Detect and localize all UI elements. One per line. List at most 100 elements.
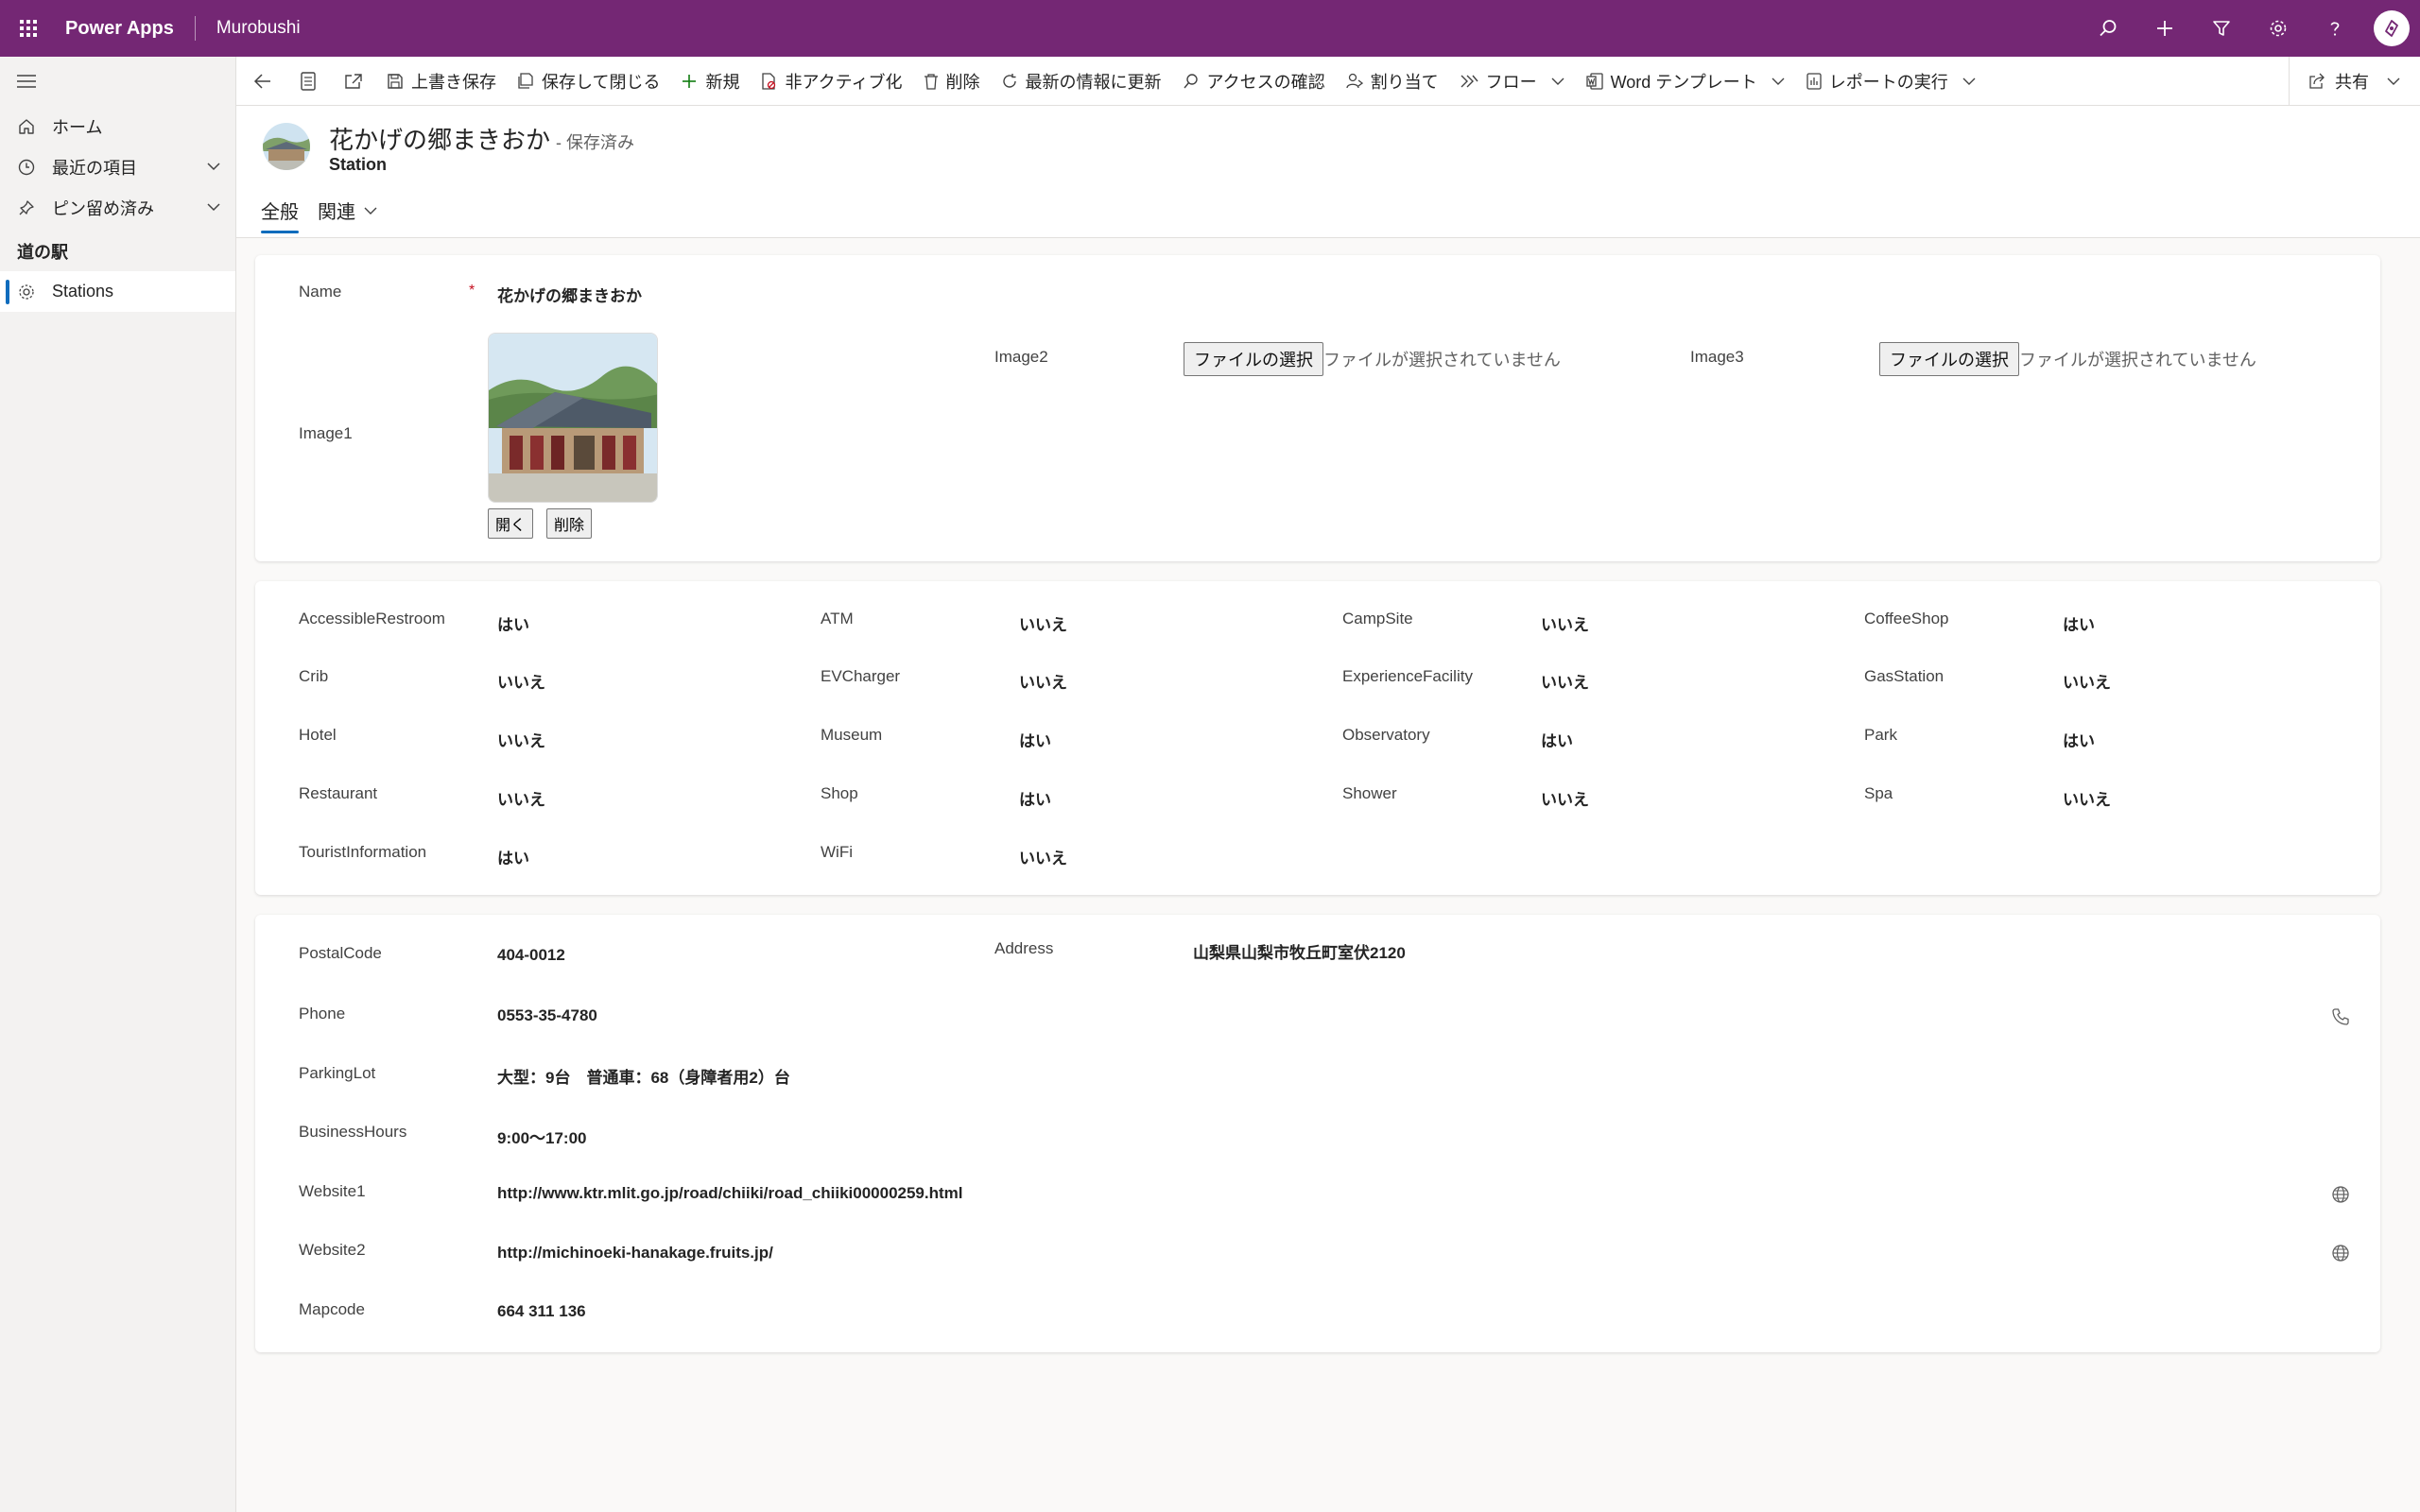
chevron-down-icon (2386, 74, 2401, 89)
mapcode-value[interactable]: 664 311 136 (497, 1302, 586, 1321)
word-template-button[interactable]: Word テンプレート (1576, 57, 1796, 106)
app-title[interactable]: Power Apps (65, 18, 174, 40)
top-bar: Power Apps Murobushi (0, 0, 2420, 57)
field-value[interactable]: いいえ (2063, 786, 2111, 810)
app-launcher-icon[interactable] (0, 0, 57, 57)
sidebar-item-stations[interactable]: Stations (0, 271, 235, 312)
image1-open-button[interactable]: 開く (488, 508, 534, 539)
refresh-button[interactable]: 最新の情報に更新 (991, 57, 1172, 106)
image3-no-file-text: ファイルが選択されていません (2019, 351, 2256, 369)
settings-icon[interactable] (2250, 0, 2307, 57)
open-new-window-icon[interactable] (331, 57, 376, 106)
record-title: 花かげの郷まきおか - 保存済み (329, 121, 634, 156)
mapcode-label: Mapcode (299, 1300, 365, 1318)
tab-general[interactable]: 全般 (261, 197, 299, 233)
field-value[interactable]: いいえ (1019, 845, 1067, 868)
deactivate-label: 非アクティブ化 (785, 72, 903, 92)
field-value[interactable]: いいえ (1019, 669, 1067, 693)
website2-value[interactable]: http://michinoeki-hanakage.fruits.jp/ (497, 1244, 773, 1263)
form-view-icon[interactable] (285, 57, 331, 106)
postal-code-label: PostalCode (299, 944, 382, 962)
field-value[interactable]: いいえ (497, 728, 545, 751)
save-and-close-button[interactable]: 保存して閉じる (507, 57, 670, 106)
image1-thumbnail[interactable] (488, 333, 658, 503)
field-value[interactable]: はい (2063, 611, 2095, 635)
field-value[interactable]: はい (1019, 728, 1051, 751)
back-arrow-icon[interactable] (240, 57, 285, 106)
delete-button[interactable]: 削除 (913, 57, 991, 106)
person-assign-icon (1345, 73, 1363, 90)
record-image-avatar[interactable] (263, 123, 310, 170)
help-icon[interactable] (2307, 0, 2363, 57)
phone-value[interactable]: 0553-35-4780 (497, 1006, 597, 1025)
new-button[interactable]: 新規 (670, 57, 750, 106)
field-value[interactable]: はい (1541, 728, 1573, 751)
address-value[interactable]: 山梨県山梨市牧丘町室伏2120 (1193, 939, 1406, 963)
image1-delete-button[interactable]: 削除 (546, 508, 593, 539)
field-value[interactable]: はい (1019, 786, 1051, 810)
assign-label: 割り当て (1370, 72, 1439, 92)
plus-icon (681, 73, 698, 90)
sidebar-item-pinned[interactable]: ピン留め済み (0, 187, 235, 228)
field-value[interactable]: はい (2063, 728, 2095, 751)
puzzle-icon (17, 283, 36, 301)
environment-name[interactable]: Murobushi (216, 18, 301, 39)
record-header: 花かげの郷まきおか - 保存済み Station 全般 関連 (236, 106, 2420, 238)
sidebar-item-label: 最近の項目 (52, 158, 137, 178)
copilot-icon[interactable] (2363, 0, 2420, 57)
field-label: Restaurant (299, 784, 378, 802)
field-label: EVCharger (821, 667, 901, 685)
field-value[interactable]: はい (497, 611, 529, 635)
field-value[interactable]: いいえ (1019, 611, 1067, 635)
field-label: Spa (1864, 784, 1893, 802)
field-value[interactable]: いいえ (497, 669, 545, 693)
tab-related[interactable]: 関連 (318, 197, 378, 233)
chevron-down-icon (1771, 74, 1786, 89)
phone-icon[interactable] (2331, 1007, 2350, 1031)
website1-value[interactable]: http://www.ktr.mlit.go.jp/road/chiiki/ro… (497, 1184, 963, 1203)
facilities-section: AccessibleRestroom はい ATM いいえ CampSite い… (255, 581, 2380, 895)
home-icon (17, 117, 36, 136)
word-template-label: Word テンプレート (1610, 72, 1757, 92)
flow-button[interactable]: フロー (1449, 57, 1576, 106)
parking-value[interactable]: 大型：9台 普通車：68（身障者用2）台 (497, 1064, 790, 1088)
hamburger-menu-icon[interactable] (0, 57, 235, 106)
field-value[interactable]: いいえ (497, 786, 545, 810)
filter-icon[interactable] (2193, 0, 2250, 57)
address-label: Address (994, 939, 1054, 957)
chevron-down-icon[interactable] (205, 158, 222, 180)
field-label: WiFi (821, 843, 853, 861)
search-icon[interactable] (2080, 0, 2136, 57)
name-value[interactable]: 花かげの郷まきおか (497, 283, 642, 306)
details-section: PostalCode 404-0012 Address 山梨県山梨市牧丘町室伏2… (255, 915, 2380, 1352)
field-value[interactable]: いいえ (1541, 669, 1589, 693)
sidebar-item-home[interactable]: ホーム (0, 106, 235, 146)
field-label: ExperienceFacility (1342, 667, 1473, 685)
chevron-down-icon (1962, 74, 1977, 89)
field-value[interactable]: いいえ (1541, 786, 1589, 810)
deactivate-button[interactable]: 非アクティブ化 (750, 57, 912, 106)
share-button[interactable]: 共有 (2289, 57, 2420, 106)
field-value[interactable]: いいえ (2063, 669, 2111, 693)
check-access-button[interactable]: アクセスの確認 (1172, 57, 1336, 106)
save-button[interactable]: 上書き保存 (376, 57, 507, 106)
globe-icon[interactable] (2331, 1185, 2350, 1209)
business-hours-value[interactable]: 9:00～17:00 (497, 1125, 587, 1148)
plus-icon[interactable] (2136, 0, 2193, 57)
image3-file-button[interactable]: ファイルの選択 (1879, 342, 2019, 376)
globe-icon[interactable] (2331, 1244, 2350, 1267)
website1-label: Website1 (299, 1182, 366, 1200)
sidebar-item-recent[interactable]: 最近の項目 (0, 146, 235, 187)
sidebar-group-label: 道の駅 (17, 243, 68, 262)
required-indicator: * (469, 283, 475, 299)
field-value[interactable]: はい (497, 845, 529, 868)
field-value[interactable]: いいえ (1541, 611, 1589, 635)
postal-code-value[interactable]: 404-0012 (497, 946, 565, 965)
assign-button[interactable]: 割り当て (1336, 57, 1449, 106)
chevron-down-icon[interactable] (205, 198, 222, 220)
image2-file-button[interactable]: ファイルの選択 (1184, 342, 1323, 376)
saved-status: - 保存済み (556, 133, 635, 152)
field-label: CoffeeShop (1864, 610, 1949, 627)
run-report-button[interactable]: レポートの実行 (1796, 57, 1987, 106)
save-label: 上書き保存 (411, 72, 496, 92)
